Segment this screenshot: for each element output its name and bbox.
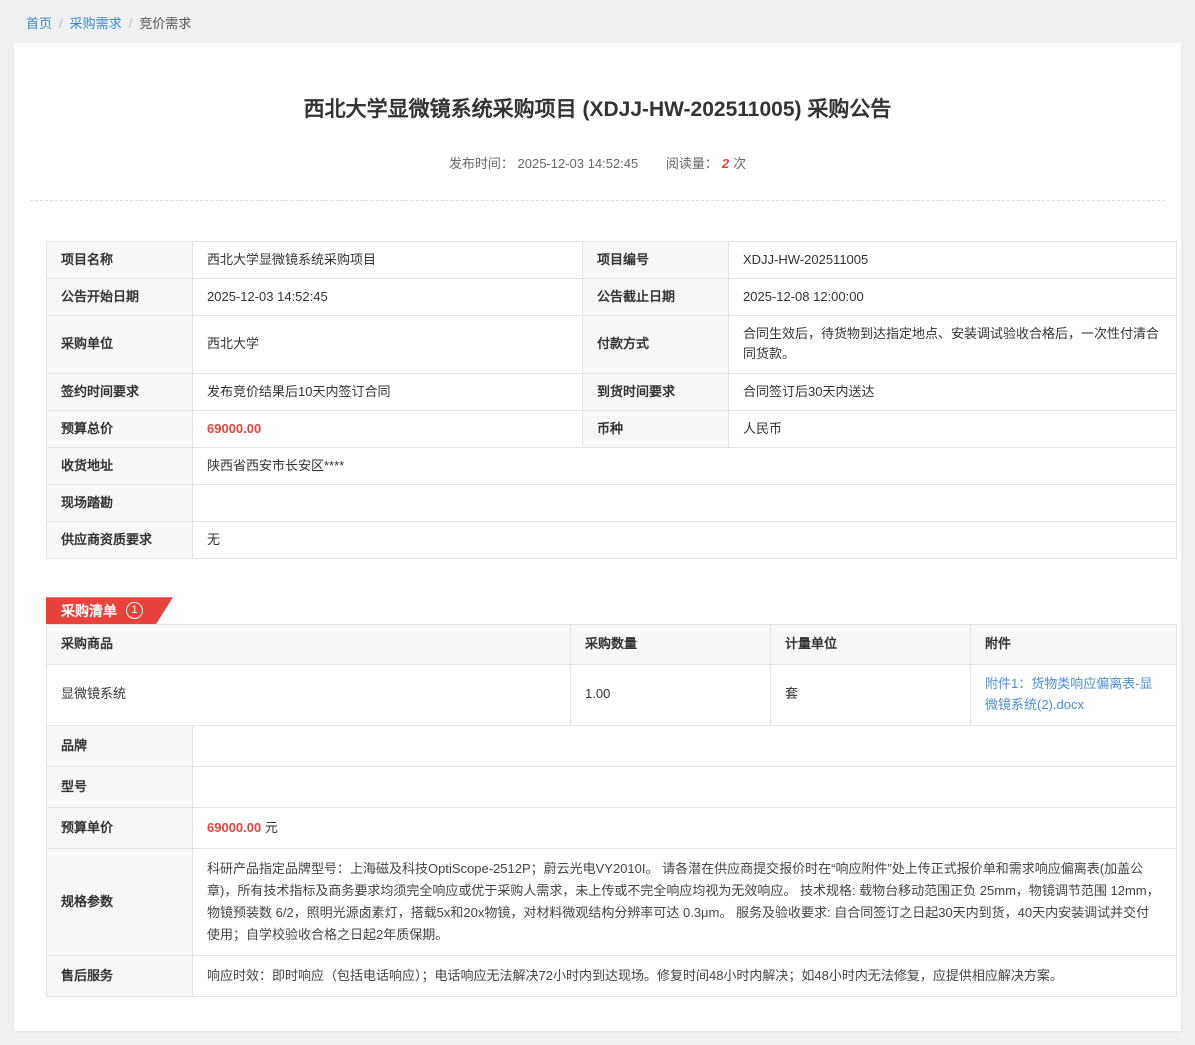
after-sales-value: 响应时效：即时响应（包括电话响应）；电话响应无法解决72小时内到达现场。修复时间… (193, 956, 1177, 997)
item-quantity: 1.00 (571, 665, 771, 726)
breadcrumb: 首页 / 采购需求 / 竞价需求 (0, 0, 1195, 43)
attachment-link[interactable]: 附件1：货物类响应偏离表-显微镜系统(2).docx (985, 676, 1153, 712)
table-row: 签约时间要求 发布竞价结果后10天内签订合同 到货时间要求 合同签订后30天内送… (47, 373, 1177, 410)
item-detail-table: 品牌 型号 预算单价 69000.00 元 规格参数 科研产品指定品牌型号：上海… (46, 725, 1177, 998)
spec-value: 科研产品指定品牌型号：上海磁及科技OptiScope-2512P；蔚云光电VY2… (193, 848, 1177, 955)
currency-label: 币种 (583, 410, 729, 447)
table-row: 品牌 (47, 725, 1177, 766)
announcement-card: 西北大学显微镜系统采购项目 (XDJJ-HW-202511005) 采购公告 发… (14, 43, 1181, 1031)
views-unit: 次 (733, 156, 746, 171)
table-row: 项目名称 西北大学显微镜系统采购项目 项目编号 XDJJ-HW-20251100… (47, 242, 1177, 279)
announcement-meta: 发布时间： 2025-12-03 14:52:45 阅读量： 2次 (30, 153, 1165, 201)
purchase-items-table: 采购商品 采购数量 计量单位 附件 显微镜系统 1.00 套 附件1：货物类响应… (46, 624, 1177, 725)
model-value (193, 766, 1177, 807)
brand-label: 品牌 (47, 725, 193, 766)
spec-label: 规格参数 (47, 848, 193, 955)
project-info-table: 项目名称 西北大学显微镜系统采购项目 项目编号 XDJJ-HW-20251100… (46, 241, 1177, 559)
breadcrumb-home-link[interactable]: 首页 (26, 16, 52, 31)
project-name-value: 西北大学显微镜系统采购项目 (193, 242, 583, 279)
delivery-time-label: 到货时间要求 (583, 373, 729, 410)
page-title: 西北大学显微镜系统采购项目 (XDJJ-HW-202511005) 采购公告 (14, 43, 1181, 123)
breadcrumb-separator: / (129, 16, 133, 31)
end-date-label: 公告截止日期 (583, 279, 729, 316)
unit-price-number: 69000.00 (207, 820, 261, 835)
publish-time-label: 发布时间： (449, 156, 514, 171)
table-row: 售后服务 响应时效：即时响应（包括电话响应）；电话响应无法解决72小时内到达现场… (47, 956, 1177, 997)
start-date-value: 2025-12-03 14:52:45 (193, 279, 583, 316)
qualification-value: 无 (193, 522, 1177, 559)
breadcrumb-separator: / (59, 16, 63, 31)
item-name: 显微镜系统 (47, 665, 571, 726)
end-date-value: 2025-12-08 12:00:00 (729, 279, 1177, 316)
purchase-list-title: 采购清单 (61, 601, 117, 621)
project-name-label: 项目名称 (47, 242, 193, 279)
table-row: 型号 (47, 766, 1177, 807)
purchase-list-section: 采购清单 1 (46, 597, 1181, 624)
project-code-value: XDJJ-HW-202511005 (729, 242, 1177, 279)
purchase-list-ribbon: 采购清单 1 (46, 597, 173, 624)
views-count: 2 (722, 156, 729, 171)
address-value: 陕西省西安市长安区**** (193, 447, 1177, 484)
breadcrumb-procurement-link[interactable]: 采购需求 (70, 16, 122, 31)
brand-value (193, 725, 1177, 766)
table-row: 供应商资质要求 无 (47, 522, 1177, 559)
payment-value: 合同生效后，待货物到达指定地点、安装调试验收合格后，一次性付清合同货款。 (729, 316, 1177, 373)
table-header-row: 采购商品 采购数量 计量单位 附件 (47, 625, 1177, 665)
table-row: 显微镜系统 1.00 套 附件1：货物类响应偏离表-显微镜系统(2).docx (47, 665, 1177, 726)
table-row: 预算总价 69000.00 币种 人民币 (47, 410, 1177, 447)
site-survey-label: 现场踏勘 (47, 484, 193, 521)
currency-value: 人民币 (729, 410, 1177, 447)
buyer-label: 采购单位 (47, 316, 193, 373)
start-date-label: 公告开始日期 (47, 279, 193, 316)
sign-time-value: 发布竞价结果后10天内签订合同 (193, 373, 583, 410)
table-row: 规格参数 科研产品指定品牌型号：上海磁及科技OptiScope-2512P；蔚云… (47, 848, 1177, 955)
project-code-label: 项目编号 (583, 242, 729, 279)
unit-price-unit: 元 (261, 820, 278, 835)
buyer-value: 西北大学 (193, 316, 583, 373)
budget-total-label: 预算总价 (47, 410, 193, 447)
views-label: 阅读量： (666, 156, 718, 171)
qualification-label: 供应商资质要求 (47, 522, 193, 559)
budget-total-value: 69000.00 (193, 410, 583, 447)
col-header-product: 采购商品 (47, 625, 571, 665)
publish-time-group: 发布时间： 2025-12-03 14:52:45 (449, 156, 642, 171)
site-survey-value (193, 484, 1177, 521)
col-header-unit: 计量单位 (771, 625, 971, 665)
unit-price-label: 预算单价 (47, 807, 193, 848)
item-unit: 套 (771, 665, 971, 726)
after-sales-label: 售后服务 (47, 956, 193, 997)
table-row: 预算单价 69000.00 元 (47, 807, 1177, 848)
table-row: 采购单位 西北大学 付款方式 合同生效后，待货物到达指定地点、安装调试验收合格后… (47, 316, 1177, 373)
publish-time-value: 2025-12-03 14:52:45 (518, 156, 639, 171)
views-group: 阅读量： 2次 (666, 156, 746, 171)
sign-time-label: 签约时间要求 (47, 373, 193, 410)
address-label: 收货地址 (47, 447, 193, 484)
unit-price-value: 69000.00 元 (193, 807, 1177, 848)
payment-label: 付款方式 (583, 316, 729, 373)
model-label: 型号 (47, 766, 193, 807)
breadcrumb-current: 竞价需求 (139, 16, 191, 31)
col-header-quantity: 采购数量 (571, 625, 771, 665)
item-count-badge: 1 (126, 602, 143, 619)
table-row: 公告开始日期 2025-12-03 14:52:45 公告截止日期 2025-1… (47, 279, 1177, 316)
table-row: 收货地址 陕西省西安市长安区**** (47, 447, 1177, 484)
col-header-attachment: 附件 (971, 625, 1177, 665)
delivery-time-value: 合同签订后30天内送达 (729, 373, 1177, 410)
table-row: 现场踏勘 (47, 484, 1177, 521)
